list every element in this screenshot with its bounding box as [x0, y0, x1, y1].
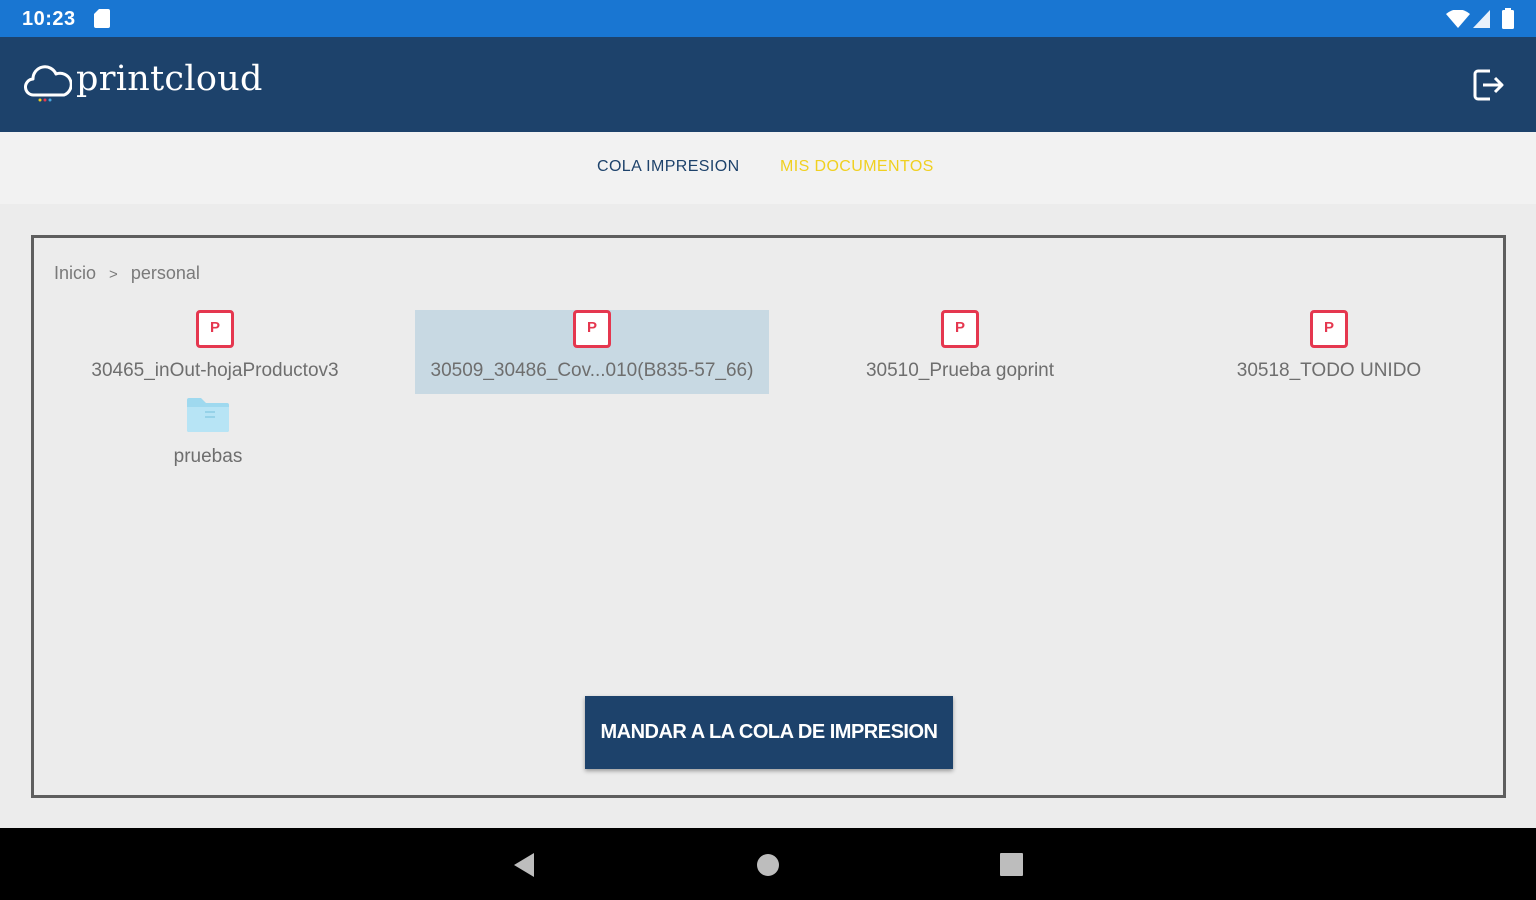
tab-cola-impresion[interactable]: COLA IMPRESION: [597, 158, 740, 176]
breadcrumb: Inicio > personal: [54, 263, 200, 284]
send-to-print-queue-button[interactable]: MANDAR A LA COLA DE IMPRESION: [585, 696, 953, 769]
tab-bar: COLA IMPRESION MIS DOCUMENTOS: [0, 132, 1536, 204]
file-name: 30465_inOut-hojaProductov3: [91, 360, 339, 381]
folder-name: pruebas: [173, 446, 243, 467]
status-time: 10:23: [22, 8, 76, 30]
file-item-selected[interactable]: P 30509_30486_Cov...010(B835-57_66): [415, 310, 769, 394]
app-bar: printcloud: [0, 37, 1536, 132]
folder-icon: [187, 398, 229, 432]
back-icon[interactable]: [512, 852, 536, 878]
pdf-file-icon: P: [573, 310, 611, 348]
pdf-file-icon: P: [196, 310, 234, 348]
status-bar: 10:23: [0, 0, 1536, 37]
cloud-icon: [24, 65, 72, 102]
breadcrumb-personal[interactable]: personal: [131, 263, 200, 284]
breadcrumb-inicio[interactable]: Inicio: [54, 263, 96, 284]
pdf-file-icon: P: [1310, 310, 1348, 348]
pdf-file-icon: P: [941, 310, 979, 348]
breadcrumb-separator: >: [109, 266, 118, 283]
recents-icon[interactable]: [1000, 853, 1023, 876]
tab-mis-documentos[interactable]: MIS DOCUMENTOS: [780, 158, 934, 176]
file-name: 30509_30486_Cov...010(B835-57_66): [430, 360, 754, 381]
logout-icon[interactable]: [1468, 67, 1508, 103]
signal-icon: [1473, 10, 1490, 28]
file-item[interactable]: P 30465_inOut-hojaProductov3: [70, 310, 360, 394]
folder-item[interactable]: pruebas: [143, 396, 273, 480]
file-name: 30518_TODO UNIDO: [1236, 360, 1422, 381]
battery-icon: [1502, 8, 1514, 29]
nav-bar: [0, 828, 1536, 900]
wifi-icon: [1446, 10, 1470, 28]
documents-panel: Inicio > personal P 30465_inOut-hojaProd…: [31, 235, 1506, 798]
file-name: 30510_Prueba goprint: [865, 360, 1055, 381]
home-icon[interactable]: [756, 853, 780, 877]
file-item[interactable]: P 30518_TODO UNIDO: [1183, 310, 1475, 394]
sd-card-icon: [94, 9, 110, 28]
file-item[interactable]: P 30510_Prueba goprint: [814, 310, 1106, 394]
app-title: printcloud: [76, 59, 263, 99]
